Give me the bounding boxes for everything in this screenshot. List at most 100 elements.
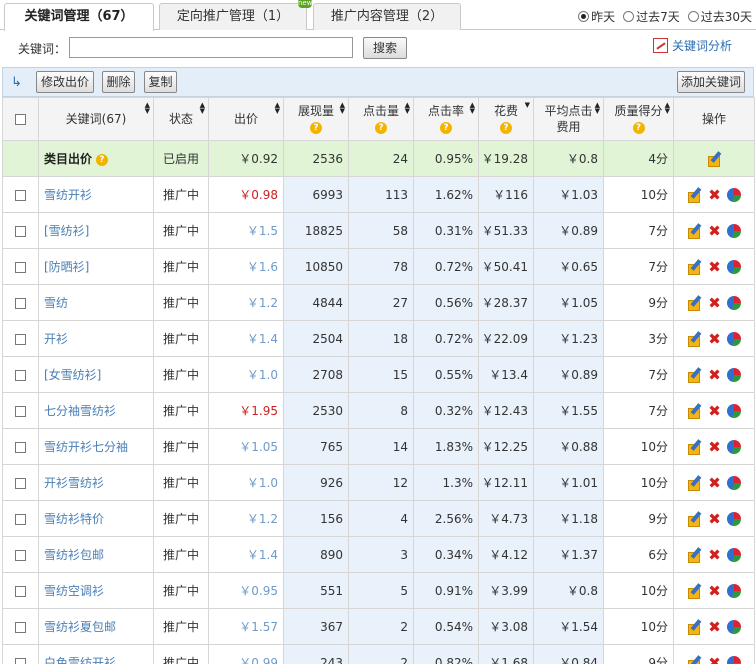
add-keyword-button[interactable]: 添加关键词 [677,71,745,93]
edit-bid-icon[interactable] [687,655,702,664]
delete-icon[interactable]: ✖ [708,475,721,490]
pie-chart-icon[interactable] [726,619,741,634]
pie-chart-icon[interactable] [726,439,741,454]
radio-button-icon[interactable] [623,11,635,22]
keyword-link[interactable]: 雪纺衫包邮 [44,548,104,562]
header-keyword[interactable]: 关键词(67) ▲ ▼ [38,97,154,141]
radio-last-30-days[interactable]: 过去30天 [687,8,752,25]
edit-bid-icon[interactable] [687,403,702,419]
sort-arrows-icon[interactable]: ▲ ▼ [200,102,205,115]
bid-value[interactable]: ￥1.4 [247,332,278,346]
keyword-link[interactable]: 雪纺开衫七分袖 [44,440,128,454]
modify-bid-button[interactable]: 修改出价 [36,71,94,93]
pie-chart-icon[interactable] [726,655,741,664]
pie-chart-icon[interactable] [726,223,741,238]
radio-button-icon[interactable] [578,11,590,22]
header-impressions[interactable]: 展现量 ▲ ▼? [283,97,349,141]
sort-arrows-icon[interactable]: ▲ ▼ [470,102,475,115]
row-checkbox[interactable] [15,513,26,525]
pie-chart-icon[interactable] [726,331,741,346]
row-checkbox[interactable] [15,477,26,489]
bid-value[interactable]: ￥0.95 [239,584,278,598]
edit-bid-icon[interactable] [687,547,702,563]
header-cost[interactable]: 花费 ▼? [478,97,534,141]
pie-chart-icon[interactable] [726,187,741,202]
pie-chart-icon[interactable] [726,475,741,490]
sort-arrows-icon[interactable]: ▲ ▼ [595,102,600,115]
delete-button[interactable]: 删除 [102,71,135,93]
pie-chart-icon[interactable] [726,295,741,310]
edit-bid-icon[interactable] [687,223,702,239]
sort-arrows-icon[interactable]: ▲ ▼ [275,102,280,115]
tab-keyword-management[interactable]: 关键词管理（67） [4,3,154,31]
sort-arrows-icon[interactable]: ▲ ▼ [405,102,410,115]
edit-bid-icon[interactable] [687,511,702,527]
search-button[interactable]: 搜索 [363,37,407,59]
keyword-link[interactable]: 雪纺衫特价 [44,512,104,526]
row-checkbox[interactable] [15,657,26,664]
pie-chart-icon[interactable] [726,583,741,598]
pie-chart-icon[interactable] [726,367,741,382]
bid-value[interactable]: ￥1.5 [247,224,278,238]
keyword-link[interactable]: 雪纺开衫 [44,188,92,202]
sort-desc-icon[interactable]: ▼ [525,102,530,109]
keyword-link[interactable]: [女雪纺衫] [44,368,101,382]
row-checkbox[interactable] [15,297,26,309]
delete-icon[interactable]: ✖ [708,367,721,382]
delete-icon[interactable]: ✖ [708,547,721,562]
help-icon[interactable]: ? [95,153,108,166]
keyword-link[interactable]: 七分袖雪纺衫 [44,404,116,418]
bid-value[interactable]: ￥1.4 [247,548,278,562]
bid-value[interactable]: ￥1.05 [239,440,278,454]
keyword-link[interactable]: 开衫雪纺衫 [44,476,104,490]
edit-bid-icon[interactable] [707,151,722,167]
delete-icon[interactable]: ✖ [708,439,721,454]
edit-bid-icon[interactable] [687,619,702,635]
select-all-checkbox[interactable] [15,114,26,125]
edit-bid-icon[interactable] [687,475,702,491]
row-checkbox[interactable] [15,441,26,453]
row-checkbox[interactable] [15,261,26,273]
tab-content-management[interactable]: 推广内容管理（2） [313,3,461,30]
pie-chart-icon[interactable] [726,511,741,526]
header-avg-cpc[interactable]: 平均点击 费用 ▲ ▼ [533,97,604,141]
keyword-link[interactable]: 雪纺 [44,296,68,310]
delete-icon[interactable]: ✖ [708,295,721,310]
radio-button-icon[interactable] [687,11,699,22]
delete-icon[interactable]: ✖ [708,511,721,526]
edit-bid-icon[interactable] [687,259,702,275]
sort-arrows-icon[interactable]: ▲ ▼ [665,102,670,115]
row-checkbox[interactable] [15,405,26,417]
edit-bid-icon[interactable] [687,439,702,455]
bid-value[interactable]: ￥1.2 [247,512,278,526]
bid-value[interactable]: ￥1.2 [247,296,278,310]
keyword-analysis-link[interactable]: 关键词分析 [652,37,732,54]
edit-bid-icon[interactable] [687,367,702,383]
keyword-link[interactable]: [防晒衫] [44,260,89,274]
bid-value[interactable]: ￥1.0 [247,476,278,490]
copy-button[interactable]: 复制 [144,71,177,93]
pie-chart-icon[interactable] [726,259,741,274]
edit-bid-icon[interactable] [687,583,702,599]
help-icon[interactable]: ? [310,121,322,134]
edit-bid-icon[interactable] [687,331,702,347]
bid-value[interactable]: ￥1.95 [239,404,278,418]
keyword-link[interactable]: [雪纺衫] [44,224,89,238]
header-quality[interactable]: 质量得分 ▲ ▼? [603,97,674,141]
pie-chart-icon[interactable] [726,403,741,418]
bid-value[interactable]: ￥0.99 [239,656,278,664]
pie-chart-icon[interactable] [726,547,741,562]
row-checkbox[interactable] [15,621,26,633]
delete-icon[interactable]: ✖ [708,403,721,418]
keyword-link[interactable]: 雪纺衫夏包邮 [44,620,116,634]
radio-last-7-days[interactable]: 过去7天 [623,8,680,25]
radio-yesterday[interactable]: 昨天 [578,8,615,25]
help-icon[interactable]: ? [375,121,387,134]
help-icon[interactable]: ? [632,121,645,134]
sort-arrows-icon[interactable]: ▲ ▼ [145,102,150,115]
bid-value[interactable]: ￥1.6 [247,260,278,274]
row-checkbox[interactable] [15,189,26,201]
header-clicks[interactable]: 点击量 ▲ ▼? [348,97,414,141]
bid-value[interactable]: ￥0.98 [239,188,278,202]
header-status[interactable]: 状态 ▲ ▼ [153,97,209,141]
